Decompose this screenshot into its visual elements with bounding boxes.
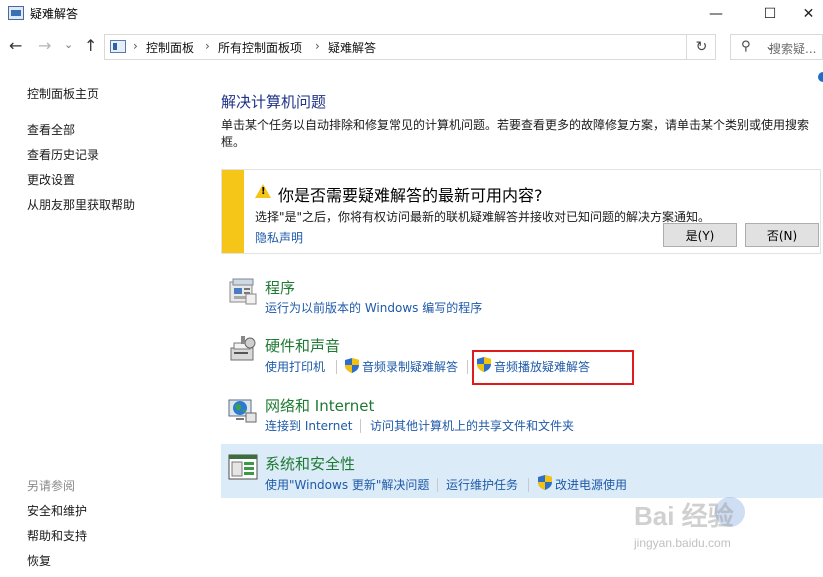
update-notice: 你是否需要疑难解答的最新可用内容? 选择"是"之后，你将有权访问最新的联机疑难解… (221, 169, 821, 254)
breadcrumb-separator: › (133, 39, 138, 53)
category-title-network[interactable]: 网络和 Internet (265, 395, 374, 416)
programs-icon (228, 276, 258, 306)
back-button[interactable]: ← (9, 36, 22, 55)
page-title: 解决计算机问题 (221, 93, 327, 111)
highlight-box (472, 350, 634, 385)
link-improve-power[interactable]: 改进电源使用 (555, 476, 627, 493)
search-input[interactable]: ⚲ 搜索疑... (730, 34, 823, 60)
help-icon[interactable] (818, 72, 823, 82)
minimize-button[interactable]: — (693, 0, 739, 28)
link-use-printer[interactable]: 使用打印机 (265, 358, 325, 375)
sidebar-item-history[interactable]: 查看历史记录 (27, 146, 99, 163)
category-title-hardware-sound[interactable]: 硬件和声音 (265, 335, 340, 356)
yes-button[interactable]: 是(Y) (663, 223, 737, 247)
notice-accent-bar (222, 170, 244, 253)
page-description: 单击某个任务以自动排除和修复常见的计算机问题。若要查看更多的故障修复方案，请单击… (221, 118, 810, 149)
uac-shield-icon (345, 358, 359, 373)
notice-text: 选择"是"之后，你将有权访问最新的联机疑难解答并接收对已知问题的解决方案通知。 (255, 210, 711, 224)
category-title-programs[interactable]: 程序 (265, 277, 295, 298)
sidebar-item-view-all[interactable]: 查看全部 (27, 121, 75, 138)
link-run-old-programs[interactable]: 运行为以前版本的 Windows 编写的程序 (265, 299, 482, 316)
link-separator (528, 478, 529, 492)
breadcrumb-all-items[interactable]: 所有控制面板项 (218, 39, 302, 56)
troubleshooting-app-icon (8, 6, 24, 20)
no-button[interactable]: 否(N) (745, 223, 819, 247)
link-audio-recording-troubleshooter[interactable]: 音频录制疑难解答 (362, 358, 458, 375)
link-separator (467, 360, 468, 374)
breadcrumb-separator: › (205, 39, 210, 53)
category-title-system-security[interactable]: 系统和安全性 (265, 453, 355, 474)
uac-shield-icon (538, 475, 552, 490)
privacy-statement-link[interactable]: 隐私声明 (255, 229, 303, 246)
link-windows-update-troubleshooter[interactable]: 使用"Windows 更新"解决问题 (265, 476, 429, 493)
network-icon (228, 394, 258, 424)
maximize-button[interactable]: ☐ (747, 0, 793, 28)
link-run-maintenance[interactable]: 运行维护任务 (446, 476, 518, 493)
see-also-security-maintenance[interactable]: 安全和维护 (27, 502, 87, 519)
link-shared-files[interactable]: 访问其他计算机上的共享文件和文件夹 (370, 417, 574, 434)
navigation-bar: ← → ⌄ ↑ › 控制面板 › 所有控制面板项 › 疑难解答 ⌄ ↻ ⚲ 搜索… (0, 30, 823, 64)
see-also-recovery[interactable]: 恢复 (27, 552, 51, 569)
title-bar: 疑难解答 — ☐ ✕ (0, 0, 823, 28)
breadcrumb-separator: › (315, 39, 320, 53)
warning-icon (255, 184, 271, 198)
recent-locations-button[interactable]: ⌄ (64, 38, 73, 51)
hardware-sound-icon (228, 334, 258, 364)
sidebar-item-change-settings[interactable]: 更改设置 (27, 171, 75, 188)
see-also-help-support[interactable]: 帮助和支持 (27, 527, 87, 544)
watermark-brand: Bai 经验 (634, 501, 734, 531)
see-also-heading: 另请参阅 (27, 479, 76, 493)
link-connect-internet[interactable]: 连接到 Internet (265, 417, 352, 434)
sidebar-item-get-help-from-friend[interactable]: 从朋友那里获取帮助 (27, 196, 135, 213)
link-separator (437, 478, 438, 492)
watermark-url: jingyan.baidu.com (634, 536, 731, 550)
window-title: 疑难解答 (30, 7, 79, 21)
search-icon: ⚲ (741, 39, 751, 54)
breadcrumb-control-panel[interactable]: 控制面板 (146, 39, 194, 56)
search-placeholder: 搜索疑... (769, 42, 817, 56)
link-separator (360, 419, 361, 433)
control-panel-icon (110, 40, 126, 53)
forward-button[interactable]: → (38, 36, 51, 55)
system-security-icon (228, 452, 258, 482)
address-bar[interactable]: › 控制面板 › 所有控制面板项 › 疑难解答 ⌄ (104, 34, 775, 60)
breadcrumb-troubleshooting[interactable]: 疑难解答 (328, 39, 376, 56)
up-button[interactable]: ↑ (84, 36, 97, 55)
sidebar-home-link[interactable]: 控制面板主页 (27, 85, 99, 102)
refresh-button[interactable]: ↻ (686, 34, 716, 60)
link-separator (336, 360, 337, 374)
notice-title: 你是否需要疑难解答的最新可用内容? (278, 186, 543, 205)
close-button[interactable]: ✕ (794, 0, 823, 28)
